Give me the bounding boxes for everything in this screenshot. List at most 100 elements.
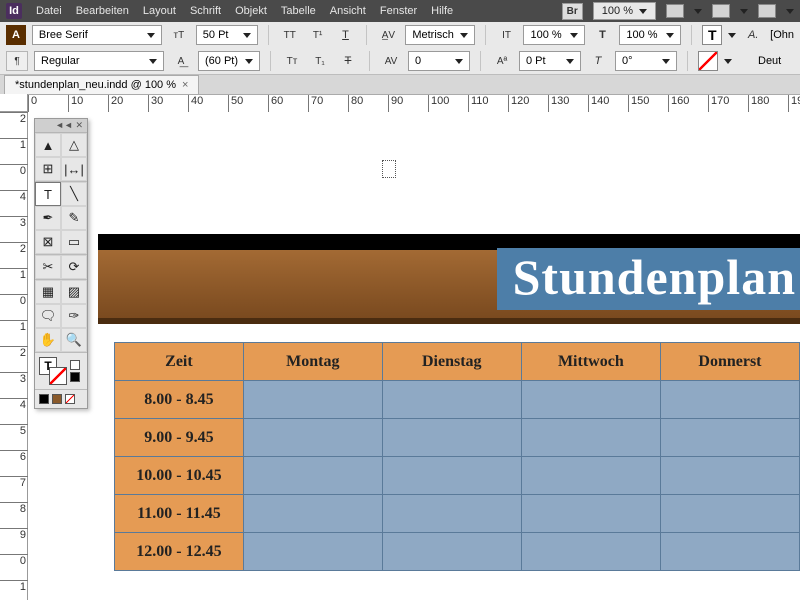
rect-tool-icon[interactable]: ▭ — [61, 230, 87, 254]
skew-select[interactable]: 0° — [615, 51, 677, 71]
baseline-icon: Aª — [491, 51, 513, 71]
vertical-ruler[interactable]: 2104321012345678901 — [0, 112, 28, 600]
pencil-tool-icon[interactable]: ✎ — [61, 206, 87, 230]
chevron-down-icon — [694, 9, 702, 14]
col-montag[interactable]: Montag — [243, 343, 382, 381]
smallcaps-icon[interactable]: Tᴛ — [281, 51, 303, 71]
superscript-icon[interactable]: T¹ — [307, 25, 329, 45]
underline-icon[interactable]: T — [335, 25, 357, 45]
menu-datei[interactable]: Datei — [36, 5, 62, 17]
language-label: Deut — [758, 55, 781, 67]
table-row: 10.00 - 10.45 — [115, 457, 800, 495]
scissors-tool-icon[interactable]: ✂ — [35, 255, 61, 279]
apply-brown-icon[interactable] — [52, 394, 62, 404]
paragraph-mode-button[interactable]: ¶ — [6, 51, 28, 71]
leading-icon: A͟ — [170, 51, 192, 71]
fill-color-button[interactable]: T — [702, 25, 722, 45]
font-weight-select[interactable]: Regular — [34, 51, 164, 71]
apply-none-icon[interactable] — [65, 394, 75, 404]
table-row: 8.00 - 8.45 — [115, 381, 800, 419]
chevron-down-icon — [639, 9, 647, 14]
chevron-down-icon — [786, 9, 794, 14]
transform-tool-icon[interactable]: ⟳ — [61, 255, 87, 279]
menu-hilfe[interactable]: Hilfe — [431, 5, 453, 17]
menu-layout[interactable]: Layout — [143, 5, 176, 17]
col-dienstag[interactable]: Dienstag — [382, 343, 521, 381]
document-canvas[interactable]: Stundenplan Zeit Montag Dienstag Mittwoc… — [28, 112, 800, 600]
zoom-tool-icon[interactable]: 🔍 — [61, 328, 87, 352]
app-logo-icon: Id — [6, 3, 22, 19]
note-tool-icon[interactable]: 🗨 — [35, 304, 61, 328]
screen-mode-icon[interactable] — [712, 4, 730, 18]
type-tool-icon[interactable]: T — [35, 182, 61, 206]
stroke-none-button[interactable] — [698, 51, 718, 71]
leading-select[interactable]: (60 Pt) — [198, 51, 260, 71]
tab-title: *stundenplan_neu.indd @ 100 % — [15, 79, 176, 91]
close-icon[interactable]: × — [182, 79, 188, 91]
menu-schrift[interactable]: Schrift — [190, 5, 221, 17]
fill-stroke-swatch[interactable] — [35, 353, 87, 389]
chevron-down-icon — [147, 33, 155, 38]
eyedropper-tool-icon[interactable]: ✑ — [61, 304, 87, 328]
arrange-icon[interactable] — [758, 4, 776, 18]
chevron-down-icon — [728, 33, 736, 38]
col-donnerstag[interactable]: Donnerst — [660, 343, 799, 381]
apply-color-row — [35, 390, 87, 408]
swap-fill-stroke-icon[interactable] — [70, 360, 80, 370]
gradient-feather-tool-icon[interactable]: ▨ — [61, 280, 87, 304]
page-tool-icon[interactable]: ⊞ — [35, 157, 61, 181]
menu-fenster[interactable]: Fenster — [380, 5, 417, 17]
kerning-icon: A̲V — [377, 25, 399, 45]
col-mittwoch[interactable]: Mittwoch — [521, 343, 660, 381]
gap-tool-icon[interactable]: |↔| — [61, 157, 87, 181]
baseline-select[interactable]: 0 Pt — [519, 51, 581, 71]
text-cursor-icon — [382, 160, 396, 178]
document-tab-strip: *stundenplan_neu.indd @ 100 % × — [0, 75, 800, 95]
apply-black-icon[interactable] — [39, 394, 49, 404]
allcaps-icon[interactable]: TT — [279, 25, 301, 45]
strikethrough-icon[interactable]: T — [337, 51, 359, 71]
doc-title-text[interactable]: Stundenplan — [497, 248, 800, 310]
char-style-icon: A. — [742, 25, 764, 45]
skew-icon: T — [587, 51, 609, 71]
menu-tabelle[interactable]: Tabelle — [281, 5, 316, 17]
chevron-down-icon — [724, 59, 732, 64]
menu-ansicht[interactable]: Ansicht — [330, 5, 366, 17]
main-menu: Datei Bearbeiten Layout Schrift Objekt T… — [36, 5, 453, 17]
tools-panel[interactable]: ◄◄ ✕ ▲ △ ⊞ |↔| T ╲ ✒ ✎ ⊠ ▭ ✂ ⟳ ▦ ▨ 🗨 ✑ ✋… — [34, 118, 88, 409]
selection-tool-icon[interactable]: ▲ — [35, 133, 61, 157]
menu-bearbeiten[interactable]: Bearbeiten — [76, 5, 129, 17]
pen-tool-icon[interactable]: ✒ — [35, 206, 61, 230]
tracking-icon: AV — [380, 51, 402, 71]
character-mode-button[interactable]: A — [6, 25, 26, 45]
font-size-icon: тT — [168, 25, 190, 45]
font-size-select[interactable]: 50 Pt — [196, 25, 258, 45]
menu-objekt[interactable]: Objekt — [235, 5, 267, 17]
view-mode-icon[interactable] — [666, 4, 684, 18]
direct-selection-tool-icon[interactable]: △ — [61, 133, 87, 157]
tools-panel-header[interactable]: ◄◄ ✕ — [35, 119, 87, 133]
document-tab[interactable]: *stundenplan_neu.indd @ 100 % × — [4, 75, 199, 94]
horizontal-ruler[interactable]: 0102030405060708090100110120130140150160… — [28, 95, 800, 113]
kerning-select[interactable]: Metrisch — [405, 25, 474, 45]
line-tool-icon[interactable]: ╲ — [61, 182, 87, 206]
chevron-down-icon — [740, 9, 748, 14]
hscale-select[interactable]: 100 % — [619, 25, 681, 45]
subscript-icon[interactable]: T₁ — [309, 51, 331, 71]
hand-tool-icon[interactable]: ✋ — [35, 328, 61, 352]
table-row: 9.00 - 9.45 — [115, 419, 800, 457]
gradient-swatch-tool-icon[interactable]: ▦ — [35, 280, 61, 304]
appbar-right: Br 100 % — [562, 2, 794, 20]
vscale-icon: IT — [496, 25, 518, 45]
timetable[interactable]: Zeit Montag Dienstag Mittwoch Donnerst 8… — [114, 342, 800, 571]
font-family-select[interactable]: Bree Serif — [32, 25, 162, 45]
bridge-badge[interactable]: Br — [562, 3, 583, 20]
table-header-row: Zeit Montag Dienstag Mittwoch Donnerst — [115, 343, 800, 381]
zoom-level-select[interactable]: 100 % — [593, 2, 656, 20]
col-zeit[interactable]: Zeit — [115, 343, 244, 381]
tracking-select[interactable]: 0 — [408, 51, 470, 71]
table-row: 12.00 - 12.45 — [115, 533, 800, 571]
default-fill-stroke-icon[interactable] — [70, 372, 80, 382]
vscale-select[interactable]: 100 % — [523, 25, 585, 45]
rect-frame-tool-icon[interactable]: ⊠ — [35, 230, 61, 254]
